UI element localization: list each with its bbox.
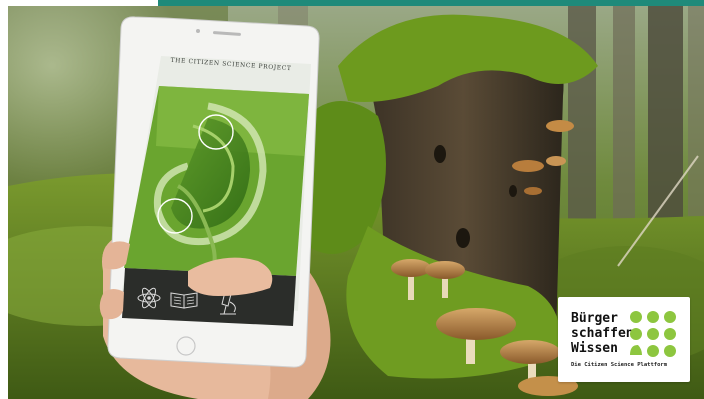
logo-line-1: Bürger — [571, 311, 618, 326]
logo-line-3: Wissen — [571, 341, 618, 356]
logo-dots-icon — [630, 311, 676, 357]
logo-subline: Die Citizen Science Plattform — [571, 362, 668, 368]
buerger-schaffen-wissen-logo: Bürger schaffen Wissen Die Citizen Scien… — [558, 297, 690, 382]
logo-line-2: schaffen — [571, 326, 634, 341]
scene: THE CITIZEN SCIENCE PROJECT Bürger schaf… — [0, 0, 704, 399]
